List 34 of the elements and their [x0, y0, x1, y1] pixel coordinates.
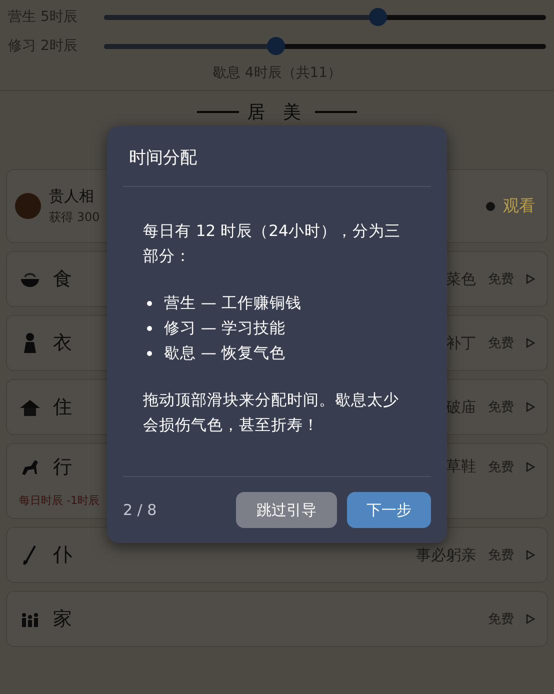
bullet-text: 修习 — 学习技能	[164, 318, 286, 339]
play-arrow-icon	[526, 550, 535, 560]
play-arrow-icon	[526, 402, 535, 412]
item-name: 衣	[53, 331, 72, 356]
play-arrow-icon	[526, 462, 535, 472]
item-name: 家	[53, 607, 72, 632]
section-title: 居 美	[247, 101, 307, 124]
step-counter: 2 / 8	[123, 501, 157, 519]
intro-text: 每日有 12 时辰（24小时），分为三部分：	[143, 221, 402, 267]
play-arrow-icon	[526, 274, 535, 284]
item-name: 住	[53, 395, 72, 420]
bullet-icon	[147, 326, 152, 331]
play-arrow-icon	[526, 338, 535, 348]
dialog-title: 时间分配	[128, 147, 198, 170]
play-arrow-icon	[526, 614, 535, 624]
watch-link[interactable]: 观看	[503, 196, 535, 216]
bullet-icon	[147, 351, 152, 356]
bullet-text: 歇息 — 恢复气色	[164, 343, 286, 364]
item-note: 每日时辰 -1时辰	[19, 493, 100, 508]
item-name: 仆	[53, 543, 72, 568]
item-name: 食	[53, 267, 72, 292]
slider-track[interactable]	[104, 8, 546, 26]
note-text: 拖动顶部滑块来分配时间。歇息太少会损伤气色，甚至折寿！	[143, 390, 400, 436]
item-name: 行	[53, 454, 72, 480]
coin-icon	[486, 202, 495, 210]
slider-thumb[interactable]	[369, 8, 388, 26]
bullet-icon	[147, 301, 152, 306]
slider-track[interactable]	[104, 36, 546, 54]
bullet-text: 营生 — 工作赚铜钱	[164, 293, 302, 314]
skip-button[interactable]: 跳过引导	[236, 492, 337, 528]
next-button[interactable]: 下一步	[347, 492, 431, 528]
event-title: 贵人相	[49, 186, 95, 206]
slider-thumb[interactable]	[267, 36, 286, 54]
avatar-icon	[15, 193, 41, 219]
